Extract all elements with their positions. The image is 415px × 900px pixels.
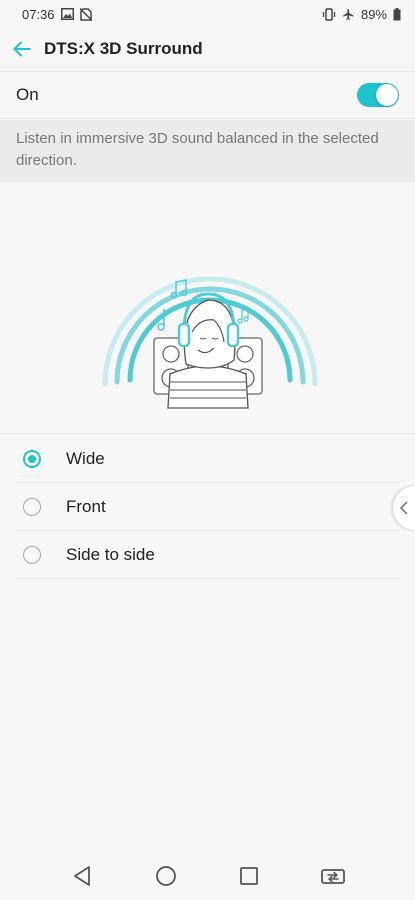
back-triangle-icon xyxy=(73,866,90,886)
clock: 07:36 xyxy=(22,6,55,22)
master-switch-label: On xyxy=(16,85,39,104)
master-switch-row[interactable]: On xyxy=(0,71,415,119)
status-bar-right: 89% xyxy=(322,7,401,22)
nav-dual-window-button[interactable] xyxy=(311,854,355,898)
option-side-to-side[interactable]: Side to side xyxy=(16,531,400,579)
page-title: DTS:X 3D Surround xyxy=(44,39,203,58)
chevron-left-icon xyxy=(400,501,408,515)
radio-front[interactable] xyxy=(23,497,41,516)
description-text: Listen in immersive 3D sound balanced in… xyxy=(16,130,379,169)
nav-home-button[interactable] xyxy=(144,854,188,898)
battery-percent: 89% xyxy=(360,6,387,22)
arrow-left-icon xyxy=(13,41,31,57)
radio-wide[interactable] xyxy=(23,449,41,468)
option-wide[interactable]: Wide xyxy=(16,435,400,483)
recents-square-icon xyxy=(240,867,259,885)
option-label: Side to side xyxy=(66,544,155,564)
app-bar: DTS:X 3D Surround xyxy=(0,28,415,70)
no-sim-icon xyxy=(79,7,92,21)
nav-back-button[interactable] xyxy=(60,854,104,898)
home-circle-icon xyxy=(155,866,176,886)
listener-illustration xyxy=(102,276,318,409)
radio-side-to-side[interactable] xyxy=(23,545,41,564)
option-label: Front xyxy=(66,496,106,516)
toggle-knob xyxy=(376,84,398,106)
navigation-bar xyxy=(0,852,415,900)
surround-options: Wide Front Side to side xyxy=(16,435,400,579)
battery-icon xyxy=(393,7,401,21)
status-bar-left: 07:36 xyxy=(22,7,92,22)
option-label: Wide xyxy=(66,448,105,468)
description: Listen in immersive 3D sound balanced in… xyxy=(0,120,415,182)
dual-window-icon xyxy=(321,869,346,884)
master-toggle[interactable] xyxy=(357,83,399,107)
back-button[interactable] xyxy=(0,28,44,70)
image-icon xyxy=(60,8,74,20)
status-bar: 07:36 89% xyxy=(0,0,415,28)
vibrate-icon xyxy=(322,7,336,21)
airplane-icon xyxy=(342,8,355,21)
option-front[interactable]: Front xyxy=(16,483,400,531)
nav-recents-button[interactable] xyxy=(227,854,271,898)
dts-illustration xyxy=(0,182,415,434)
